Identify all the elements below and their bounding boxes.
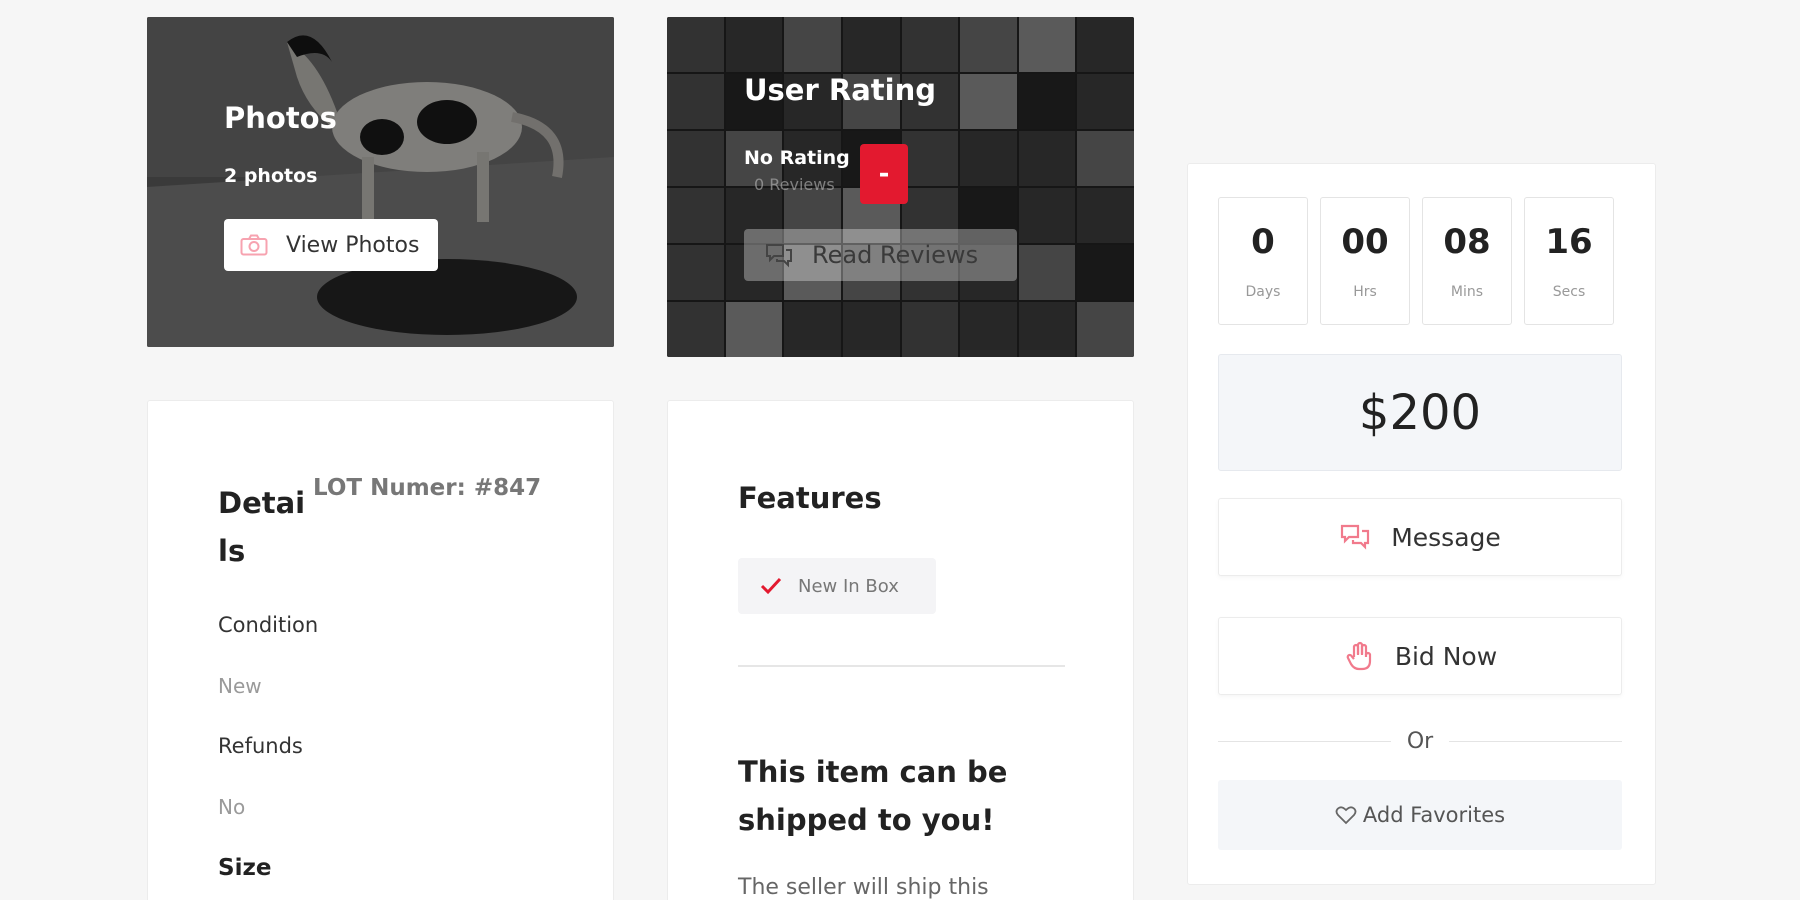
countdown-minutes-unit: Mins: [1450, 284, 1484, 300]
size-label: Size: [218, 855, 272, 881]
refunds-value: No: [218, 795, 246, 819]
rating-value: No Rating: [744, 147, 850, 169]
shipping-description: The seller will ship this: [738, 875, 989, 900]
separator-line: [1218, 741, 1391, 742]
countdown-days: 0 Days: [1218, 197, 1308, 325]
condition-label: Condition: [218, 613, 319, 637]
countdown-seconds: 16 Secs: [1524, 197, 1614, 325]
bid-panel: 0 Days 00 Hrs 08 Mins 16 Secs $200 Messa…: [1187, 163, 1656, 885]
rating-badge: -: [860, 144, 908, 204]
add-favorites-label: Add Favorites: [1362, 803, 1506, 827]
add-favorites-button[interactable]: Add Favorites: [1218, 780, 1622, 850]
user-rating-title: User Rating: [744, 73, 936, 107]
photos-title: Photos: [224, 101, 337, 135]
message-button[interactable]: Message: [1218, 498, 1622, 576]
shipping-heading: This item can be shipped to you!: [738, 755, 1008, 837]
photos-card: Photos 2 photos View Photos: [147, 17, 614, 347]
reviews-count: 0 Reviews: [754, 175, 835, 194]
chat-bubbles-icon: [1341, 524, 1370, 550]
countdown-seconds-value: 16: [1545, 222, 1593, 262]
checkmark-icon: [760, 577, 782, 595]
feature-chip: New In Box: [738, 558, 936, 614]
feature-chip-label: New In Box: [798, 575, 899, 597]
features-divider: [738, 665, 1065, 667]
image-overlay: [147, 17, 614, 347]
current-price: $200: [1218, 354, 1622, 471]
lot-number: LOT Numer: #847: [313, 475, 542, 501]
countdown-days-unit: Days: [1245, 284, 1281, 300]
camera-icon: [240, 234, 268, 256]
message-label: Message: [1391, 522, 1501, 552]
refunds-label: Refunds: [218, 734, 303, 758]
countdown-hours: 00 Hrs: [1320, 197, 1410, 325]
features-card: Features New In Box This item can be shi…: [667, 400, 1134, 900]
countdown-seconds-unit: Secs: [1552, 284, 1586, 300]
view-photos-button[interactable]: View Photos: [224, 219, 438, 271]
or-text: Or: [1406, 729, 1434, 754]
countdown-minutes-value: 08: [1443, 222, 1491, 262]
heart-icon: [1335, 806, 1357, 825]
details-heading: Details: [218, 486, 306, 568]
condition-value: New: [218, 674, 262, 698]
raised-hand-icon: [1346, 641, 1371, 671]
chat-bubbles-icon: [766, 244, 792, 268]
bid-now-button[interactable]: Bid Now: [1218, 617, 1622, 695]
countdown-minutes: 08 Mins: [1422, 197, 1512, 325]
separator-line: [1449, 741, 1622, 742]
photos-count: 2 photos: [224, 165, 318, 187]
read-reviews-label: Read Reviews: [812, 241, 979, 269]
auction-countdown: 0 Days 00 Hrs 08 Mins 16 Secs: [1218, 197, 1614, 325]
user-rating-card: User Rating No Rating 0 Reviews - Read R…: [667, 17, 1134, 357]
countdown-days-value: 0: [1251, 222, 1275, 262]
features-heading: Features: [738, 481, 882, 515]
details-card: Details LOT Numer: #847 Condition New Re…: [147, 400, 614, 900]
or-separator: Or: [1218, 729, 1622, 754]
read-reviews-button[interactable]: Read Reviews: [744, 229, 1017, 281]
bid-now-label: Bid Now: [1394, 641, 1498, 671]
countdown-hours-unit: Hrs: [1353, 284, 1377, 300]
countdown-hours-value: 00: [1341, 222, 1389, 262]
view-photos-label: View Photos: [286, 232, 420, 258]
